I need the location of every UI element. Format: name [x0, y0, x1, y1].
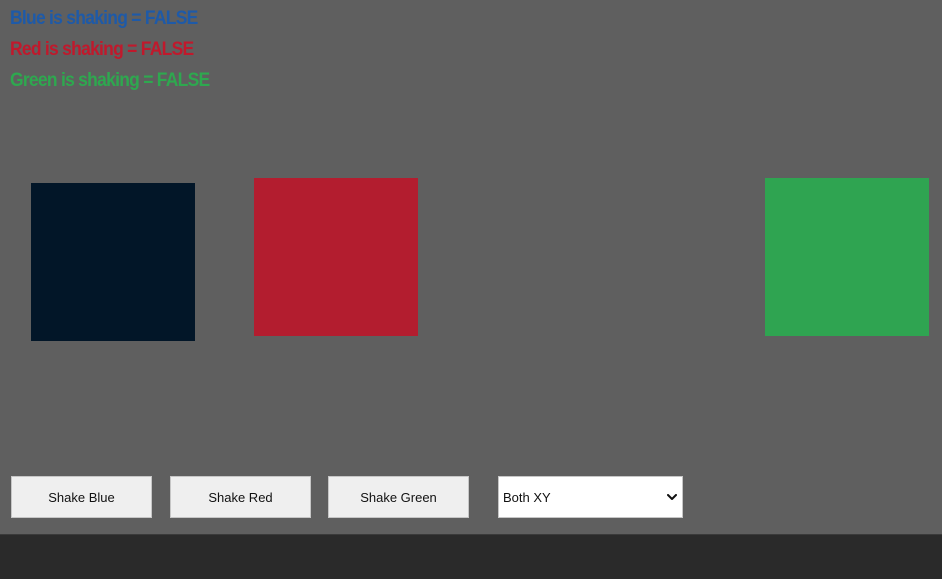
footer-bar [0, 534, 942, 579]
chevron-down-icon [666, 491, 678, 503]
red-shaking-status: Red is shaking = FALSE [10, 39, 194, 60]
axis-select-value: Both XY [503, 489, 551, 505]
red-square [254, 178, 418, 336]
green-square [765, 178, 929, 336]
stage-area: Blue is shaking = FALSE Red is shaking =… [0, 0, 942, 534]
shake-green-button[interactable]: Shake Green [328, 476, 469, 518]
shake-blue-button[interactable]: Shake Blue [11, 476, 152, 518]
shake-red-button[interactable]: Shake Red [170, 476, 311, 518]
blue-square [31, 183, 195, 341]
blue-shaking-status: Blue is shaking = FALSE [10, 8, 198, 29]
axis-select[interactable]: Both XY [498, 476, 683, 518]
green-shaking-status: Green is shaking = FALSE [10, 70, 210, 91]
